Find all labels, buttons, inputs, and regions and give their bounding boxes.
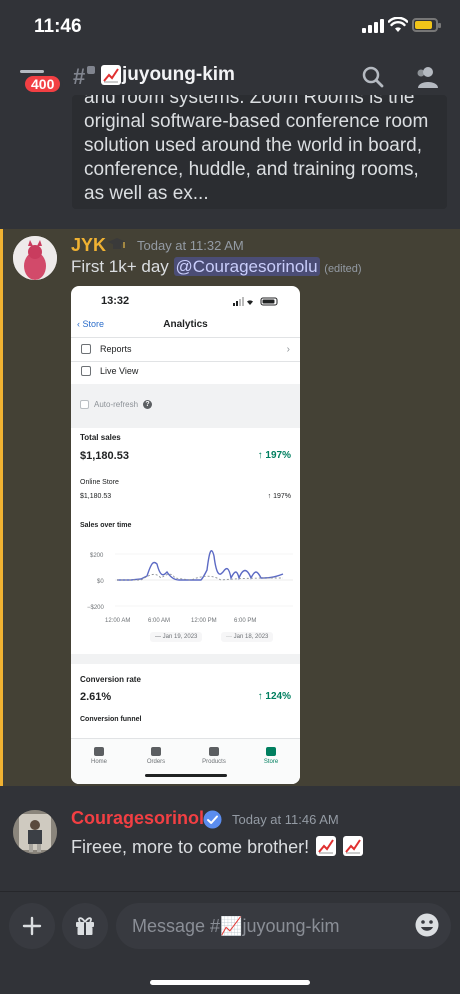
tab-products: Products [189,747,239,765]
reports-row: Reports [100,344,132,354]
conversion-rate-value: 2.61% [80,691,112,703]
y-tick-label: $0 [97,579,104,585]
store-icon [266,747,276,756]
embed-description: and room systems. Zoom Rooms is the orig… [84,95,429,204]
user-mention[interactable]: @Couragesorinolu [173,257,320,276]
message-text: First 1k+ day [71,257,169,276]
auto-refresh-label: Auto-refresh [94,400,139,409]
auto-refresh-checkbox [80,400,89,409]
online-store-value: $1,180.53 [80,493,112,500]
conversion-funnel-label: Conversion funnel [80,716,142,723]
message-text: Fireee, more to come brother! [71,837,310,857]
tag-icon [209,747,219,756]
avatar[interactable] [13,236,57,280]
gift-button[interactable] [62,903,108,949]
mention-highlight-bar [0,229,3,786]
online-store-change: ↑ 197% [267,493,291,500]
total-sales-change: ↑ 197% [257,450,291,461]
divider [71,337,300,338]
attachment-status-icons [233,297,278,306]
x-tick-label: 12:00 PM [191,618,217,624]
legend-current: — Jan 19, 2023 [150,632,203,642]
info-icon: ? [143,400,152,409]
status-bar: 11:46 [0,0,460,52]
conversion-rate-change: ↑ 124% [257,691,291,702]
chevron-right-icon: › [286,344,290,355]
lock-icon [87,66,95,74]
edited-label: (edited) [324,263,362,275]
add-attachment-button[interactable] [9,903,55,949]
avatar[interactable] [13,810,57,854]
sales-over-time-chart: $200 $0 −$200 12:00 AM 6:00 AM 12:00 PM … [87,550,293,624]
notification-badge: 400 [22,73,64,95]
message-input[interactable] [116,903,451,949]
sales-over-time-label: Sales over time [80,522,132,529]
y-tick-label: $200 [90,553,104,559]
online-store-label: Online Store [80,479,119,486]
chart-increasing-emoji-icon [343,836,364,856]
home-icon [94,747,104,756]
message-content: First 1k+ day @Couragesorinolu (edited) [71,257,362,277]
message-timestamp: Today at 11:32 AM [137,238,244,253]
home-indicator [150,980,310,985]
image-attachment[interactable]: 13:32 ‹ Store Analytics Reports › Live V… [71,286,300,784]
attachment-tab-bar: Home Orders Products Store [71,738,300,784]
message-author[interactable]: Couragesorinolu [71,808,215,829]
x-tick-label: 6:00 PM [234,618,256,624]
total-sales-value: $1,180.53 [80,450,129,462]
verified-badge-icon [203,810,222,829]
battery-icon [412,18,441,32]
attachment-status-time: 13:32 [101,295,130,307]
channel-hash-icon: # [73,64,86,89]
live-view-icon [81,366,91,376]
members-icon[interactable] [414,65,438,89]
status-time: 11:46 [34,16,82,37]
x-tick-label: 6:00 AM [148,618,170,624]
chart-increasing-emoji-icon [101,65,121,85]
plus-icon [22,916,42,936]
section-divider [71,654,300,664]
graduation-cap-icon [108,238,126,249]
divider [71,361,300,362]
y-tick-label: −$200 [87,605,105,611]
wifi-icon [388,17,408,32]
tab-orders: Orders [131,747,181,765]
chart-increasing-emoji-icon [316,836,337,856]
search-icon[interactable] [362,66,384,88]
orders-icon [151,747,161,756]
message-content: Fireee, more to come brother! [71,836,364,858]
legend-previous: ··· Jan 18, 2023 [221,632,274,642]
conversion-rate-label: Conversion rate [80,675,141,684]
reports-icon [81,344,91,354]
attachment-home-indicator [145,774,227,777]
emoji-picker-icon[interactable] [414,912,440,938]
message-timestamp: Today at 11:46 AM [232,812,339,827]
divider [0,891,460,892]
tab-store: Store [246,747,296,765]
message-author[interactable]: JYK [71,235,106,256]
total-sales-label: Total sales [80,433,121,442]
x-tick-label: 12:00 AM [105,618,130,624]
channel-name[interactable]: juyoung-kim [122,64,235,86]
attachment-page-title: Analytics [163,319,208,330]
live-view-row: Live View [100,366,139,376]
tab-home: Home [74,747,124,765]
cellular-signal-icon [362,19,384,33]
gift-icon [76,917,94,935]
link-embed[interactable]: and room systems. Zoom Rooms is the orig… [72,95,447,209]
